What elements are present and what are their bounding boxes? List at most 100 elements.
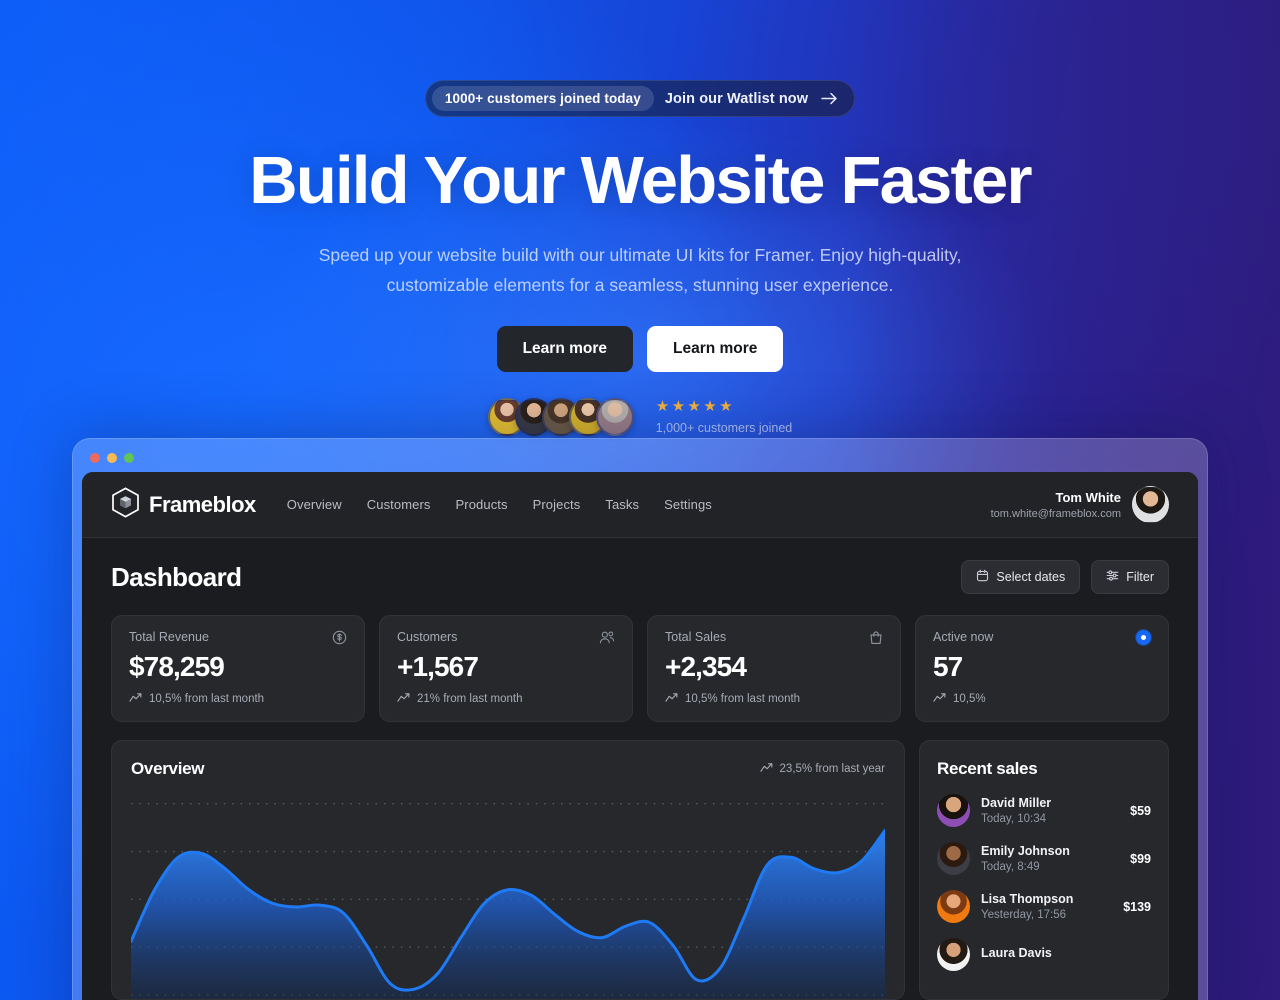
sale-amount: $59 [1130,803,1151,818]
sale-customer-name: Lisa Thompson [981,892,1074,906]
select-dates-label: Select dates [996,570,1066,584]
dashboard-app: Frameblox Overview Customers Products Pr… [82,472,1198,1000]
avatar-stack [487,398,634,437]
blue-status-dot-icon [1136,630,1151,645]
stat-label: Customers [397,630,458,644]
nav-item-tasks[interactable]: Tasks [605,497,639,512]
trending-up-icon [129,692,143,706]
stat-label: Active now [933,630,994,644]
sale-customer-name: David Miller [981,796,1052,810]
sale-timestamp: Today, 10:34 [981,813,1047,825]
app-navbar: Frameblox Overview Customers Products Pr… [82,472,1198,538]
maximize-window-icon[interactable] [124,453,134,463]
arrow-right-icon [821,92,838,105]
dashboard-header: Dashboard Select dates Filter [111,560,1169,594]
nav-item-overview[interactable]: Overview [287,497,342,512]
stat-card-active-now: Active now 57 10,5% [915,615,1169,722]
list-item[interactable]: David Miller Today, 10:34 $59 [937,794,1151,827]
nav-item-customers[interactable]: Customers [367,497,431,512]
stat-delta-label: 21% from last month [417,693,523,705]
stat-card-total-sales: Total Sales +2,354 10,5% from last month [647,615,901,722]
browser-window: Frameblox Overview Customers Products Pr… [72,438,1208,1000]
calendar-icon [976,569,989,585]
user-text-block: Tom White tom.white@frameblox.com [991,490,1121,520]
customers-joined-label: 1,000+ customers joined [655,421,793,436]
user-email: tom.white@frameblox.com [990,507,1121,520]
window-traffic-lights [82,448,1198,472]
overview-title: Overview [131,759,205,778]
dashboard-actions: Select dates Filter [961,560,1169,594]
filter-button[interactable]: Filter [1091,560,1169,594]
nav-item-products[interactable]: Products [456,497,508,512]
overview-delta-label: 23,5% from last year [779,763,885,775]
announcement-badge[interactable]: 1000+ customers joined today Join our Wa… [424,80,856,117]
stat-delta: 10,5% from last month [665,692,883,706]
list-item[interactable]: Laura Davis [937,938,1151,971]
stat-label: Total Revenue [129,630,209,644]
cta-row: Learn more Learn more [0,326,1280,373]
badge-cta-label: Join our Watlist now [664,90,809,107]
dashboard-title: Dashboard [111,561,242,592]
proof-text-block: ★★★★★ 1,000+ customers joined [656,399,793,435]
stat-cards: Total Revenue $78,259 10,5% from last mo… [111,615,1169,722]
avatar [937,938,970,971]
list-item[interactable]: Lisa Thompson Yesterday, 17:56 $139 [937,890,1151,923]
user-name: Tom White [1055,489,1121,505]
shopping-bag-icon [869,630,883,645]
sale-timestamp: Today, 8:49 [981,861,1040,873]
stat-value: +1,567 [397,651,479,682]
hero-section: 1000+ customers joined today Join our Wa… [0,0,1280,437]
avatar [595,398,634,437]
brand-logo[interactable]: Frameblox [111,486,256,523]
overview-delta: 23,5% from last year [759,762,885,776]
dollar-circle-icon [332,630,347,645]
stat-delta-label: 10,5% from last month [149,693,265,705]
stat-delta-label: 10,5% from last month [685,693,801,705]
sale-customer-name: Emily Johnson [981,844,1070,858]
stat-card-customers: Customers +1,567 21% from last month [379,615,633,722]
hero-subtitle: Speed up your website build with our ult… [318,245,962,296]
stat-label: Total Sales [665,630,727,644]
sale-amount: $99 [1130,851,1151,866]
area-chart [131,791,885,999]
nav-item-settings[interactable]: Settings [664,497,712,512]
overview-chart-panel: Overview 23,5% from last year [111,740,905,1000]
trending-up-icon [397,692,411,706]
trending-up-icon [759,762,774,776]
trending-up-icon [933,692,947,706]
sale-amount: $139 [1123,899,1151,914]
stat-delta: 21% from last month [397,692,615,706]
avatar [937,890,970,923]
list-item[interactable]: Emily Johnson Today, 8:49 $99 [937,842,1151,875]
area-chart-svg [131,802,885,999]
social-proof: ★★★★★ 1,000+ customers joined [0,398,1280,437]
filter-label: Filter [1126,570,1154,584]
stat-delta-label: 10,5% [953,693,986,705]
close-window-icon[interactable] [90,453,100,463]
nav-links: Overview Customers Products Projects Tas… [287,497,712,512]
nav-item-projects[interactable]: Projects [533,497,581,512]
page-title: Build Your Website Faster [249,143,1032,218]
minimize-window-icon[interactable] [107,453,117,463]
learn-more-primary-button[interactable]: Learn more [496,326,633,373]
avatar[interactable] [1132,486,1169,523]
sale-customer-name: Laura Davis [981,946,1052,960]
trending-up-icon [665,692,679,706]
users-icon [599,630,615,645]
stat-card-total-revenue: Total Revenue $78,259 10,5% from last mo… [111,615,365,722]
brand-name: Frameblox [149,491,256,517]
user-profile[interactable]: Tom White tom.white@frameblox.com [991,486,1169,523]
badge-pill-label: 1000+ customers joined today [431,86,654,111]
lower-row: Overview 23,5% from last year Recent sal… [111,740,1169,1000]
sale-timestamp: Yesterday, 17:56 [981,909,1067,921]
select-dates-button[interactable]: Select dates [961,560,1081,594]
stat-delta: 10,5% [933,692,1151,706]
recent-sales-panel: Recent sales David Miller Today, 10:34 $… [919,740,1169,1000]
dashboard-body: Dashboard Select dates Filter Total Reve… [82,538,1198,1000]
stat-value: $78,259 [129,651,225,682]
avatar [937,842,970,875]
recent-sales-title: Recent sales [937,759,1038,778]
filter-icon [1106,569,1119,585]
star-rating-icon: ★★★★★ [655,398,735,416]
learn-more-secondary-button[interactable]: Learn more [647,326,784,373]
